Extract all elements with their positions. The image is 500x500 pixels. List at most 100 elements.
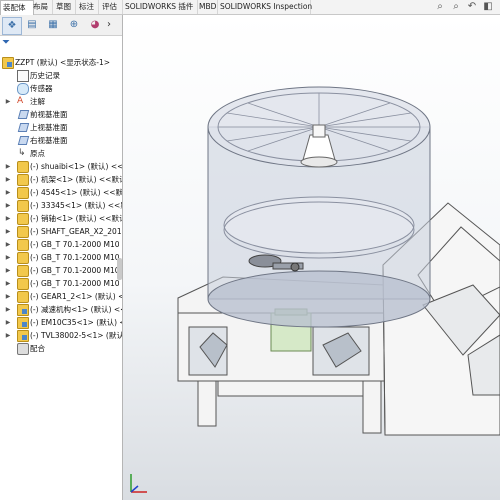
tree-item-component[interactable]: ▶ (-) GB_T 70.1-2000 M10 [0,264,122,277]
sensor-icon [17,83,29,95]
tree-item-label: (-) GB_T 70.1-2000 M10 [30,266,120,275]
transparent-drum [207,86,431,328]
tree-item-label: 配合 [30,344,45,353]
tree-item-label: (-) 机架<1> (默认) <<默认>_ [30,175,122,184]
command-manager-tabs: 装配体 布局 草图 标注 评估 SOLIDWORKS 插件 MBD SOLIDW… [0,0,500,15]
tree-item-label: 前视基准面 [30,110,68,119]
part-icon [17,174,29,186]
tree-item-component[interactable]: ▶ (-) SHAFT_GEAR_X2_201- [0,225,122,238]
tab-layout[interactable]: 布局 [31,0,53,14]
tree-item-label: (-) GB_T 70.1-2000 M10 [30,279,120,288]
tree-item-front-plane[interactable]: 前视基准面 [0,108,122,121]
tab-mbd[interactable]: MBD [197,0,218,14]
expand-arrow-icon[interactable]: ▶ [5,277,11,290]
zoom-to-fit-icon[interactable]: ⌕ [434,1,446,13]
expand-arrow-icon[interactable]: ▶ [5,290,11,303]
tree-item-component[interactable]: ▶ (-) GB_T 70.1-2000 M10 [0,251,122,264]
expand-arrow-icon[interactable]: ▶ [5,199,11,212]
tree-item-label: (-) 4545<1> (默认) <<默认> [30,188,122,197]
tab-assembly[interactable]: 装配体 [0,0,34,15]
expand-arrow-icon[interactable]: ▶ [5,95,11,108]
tree-item-component[interactable]: ▶ (-) 4545<1> (默认) <<默认> [0,186,122,199]
mates-icon [17,343,29,355]
tree-item-label: (-) TVL38002-5<1> (默认 [30,331,122,340]
tree-item-label: (-) GB_T 70.1-2000 M10 [30,240,120,249]
tab-solidworks-addins[interactable]: SOLIDWORKS 插件 [123,0,198,14]
expand-arrow-icon[interactable]: ▶ [5,173,11,186]
tree-item-history[interactable]: 历史记录 [0,69,122,82]
graphics-viewport[interactable] [123,15,500,500]
annotation-icon: A [17,96,24,106]
part-icon [17,161,29,173]
tree-root-label: ZZPT (默认) <显示状态-1> [15,58,111,67]
zoom-area-icon[interactable]: ⌕ [450,1,462,13]
tree-item-top-plane[interactable]: 上视基准面 [0,121,122,134]
tree-item-component[interactable]: ▶ (-) GB_T 70.1-2000 M10 [0,238,122,251]
plane-icon [17,136,30,145]
expand-arrow-icon[interactable]: ▶ [5,264,11,277]
expand-arrow-icon[interactable]: ▶ [5,316,11,329]
feature-manager-panel: ❖ ▤ ▦ ⊕ ◕ › ⏷ ZZPT (默认) <显示状态-1> 历史记录 传感… [0,15,123,500]
tree-item-right-plane[interactable]: 右视基准面 [0,134,122,147]
tree-item-label: (-) shuaibi<1> (默认) <<默 [30,162,122,171]
filter-icon[interactable]: ⏷ [2,37,22,49]
tree-root[interactable]: ZZPT (默认) <显示状态-1> [0,56,122,69]
tree-item-origin[interactable]: ↳ 原点 [0,147,122,160]
part-icon [17,278,29,290]
expand-arrow-icon[interactable]: ▶ [5,238,11,251]
tree-item-component[interactable]: ▶ (-) 33345<1> (默认) <<默认 [0,199,122,212]
tab-markup[interactable]: 标注 [77,0,99,14]
tree-item-label: 传感器 [30,84,53,93]
tab-sketch[interactable]: 草图 [54,0,76,14]
part-icon [17,213,29,225]
tree-item-label: (-) 销轴<1> (默认) <<默认> [30,214,122,223]
tree-item-component[interactable]: ▶ (-) shuaibi<1> (默认) <<默 [0,160,122,173]
tab-solidworks-inspection[interactable]: SOLIDWORKS Inspection [218,0,312,14]
dimxpert-tab-icon[interactable]: ⊕ [65,17,83,33]
plane-icon [17,123,30,132]
history-icon [17,70,29,82]
property-manager-tab-icon[interactable]: ▤ [23,17,41,33]
panel-splitter-handle[interactable] [117,258,122,280]
tree-item-label: 历史记录 [30,71,60,80]
expand-arrow-icon[interactable]: ▶ [5,329,11,342]
tree-item-label: 右视基准面 [30,136,68,145]
tree-item-label: (-) SHAFT_GEAR_X2_201- [30,227,122,236]
expand-arrow-icon[interactable]: ▶ [5,212,11,225]
part-icon [17,252,29,264]
expand-arrow-icon[interactable]: ▶ [5,160,11,173]
part-icon [17,291,29,303]
tree-item-component[interactable]: ▶ (-) GEAR1_2<1> (默认) < [0,290,122,303]
previous-view-icon[interactable]: ↶ [466,1,478,13]
subassembly-icon [17,330,29,342]
display-manager-tab-icon[interactable]: ◕ [86,17,104,33]
coordinate-triad [130,474,147,493]
tree-item-component[interactable]: ▶ (-) GB_T 70.1-2000 M10 [0,277,122,290]
expand-arrow-icon[interactable]: ▶ [5,225,11,238]
tree-item-annotations[interactable]: ▶ A 注解 [0,95,122,108]
origin-icon: ↳ [18,148,26,158]
part-icon [17,239,29,251]
expand-arrow-icon[interactable]: ▶ [5,186,11,199]
feature-manager-tab-icon[interactable]: ❖ [2,17,22,35]
part-icon [17,187,29,199]
expand-arrow-icon[interactable]: ▶ [5,303,11,316]
section-view-icon[interactable]: ◧ [482,1,494,13]
tree-item-label: (-) 33345<1> (默认) <<默认 [30,201,122,210]
subassembly-icon [17,304,29,316]
tree-item-component[interactable]: ▶ (-) 销轴<1> (默认) <<默认> [0,212,122,225]
tree-item-component[interactable]: ▶ (-) TVL38002-5<1> (默认 [0,329,122,342]
configuration-manager-tab-icon[interactable]: ▦ [44,17,62,33]
more-tabs-arrow-icon[interactable]: › [104,17,114,33]
tree-item-label: 上视基准面 [30,123,68,132]
tree-item-component[interactable]: ▶ (-) 机架<1> (默认) <<默认>_ [0,173,122,186]
tree-item-component[interactable]: ▶ (-) EM10C35<1> (默认) < [0,316,122,329]
expand-arrow-icon[interactable]: ▶ [5,251,11,264]
tree-item-component[interactable]: ▶ (-) 减速机构<1> (默认) << [0,303,122,316]
part-icon [17,226,29,238]
tree-item-label: (-) GEAR1_2<1> (默认) < [30,292,122,301]
tree-item-sensors[interactable]: 传感器 [0,82,122,95]
tree-item-mates[interactable]: 配合 [0,342,122,355]
tree-item-label: (-) EM10C35<1> (默认) < [30,318,122,327]
tab-evaluate[interactable]: 评估 [100,0,123,14]
